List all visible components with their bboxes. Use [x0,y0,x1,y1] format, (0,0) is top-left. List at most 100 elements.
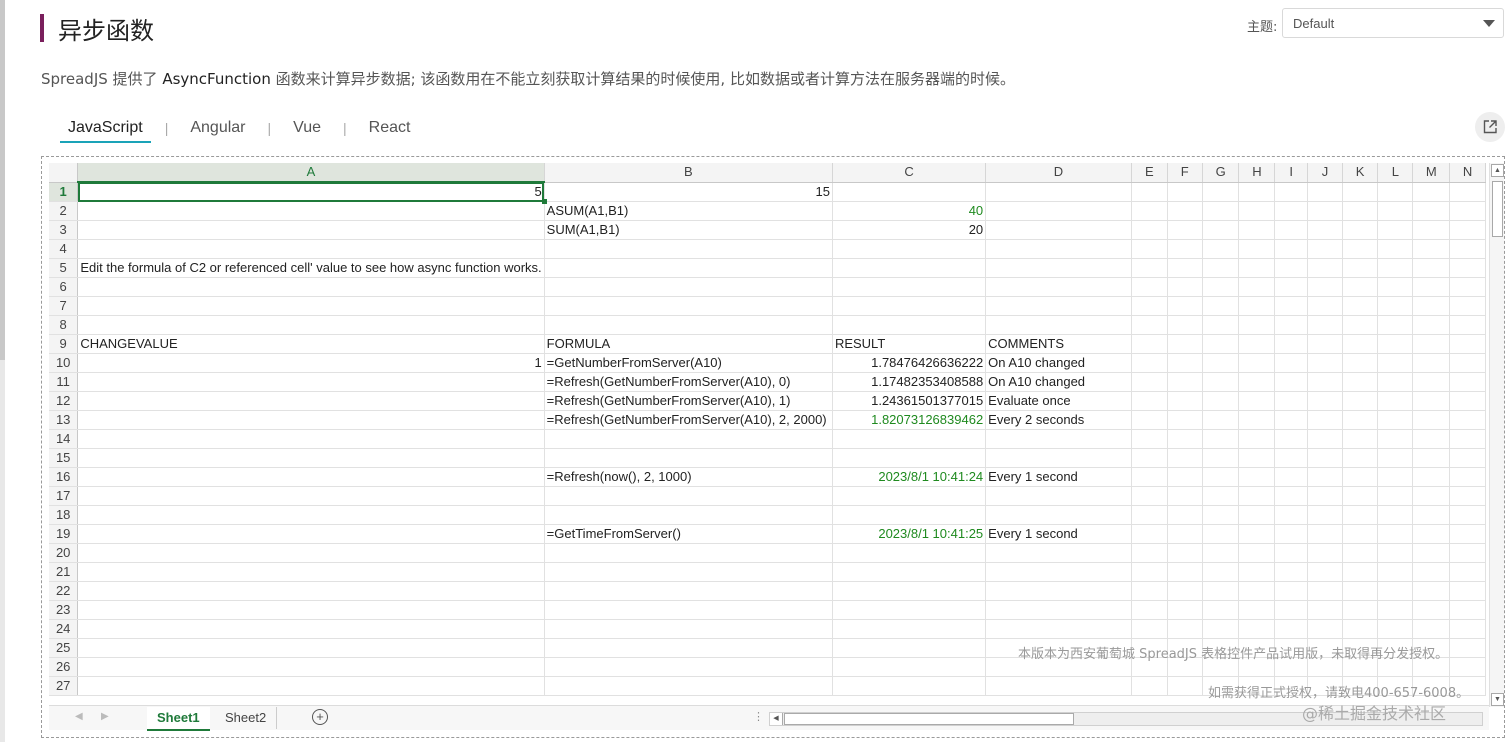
cell-f14[interactable] [1167,429,1203,449]
cell-n14[interactable] [1449,429,1486,449]
cell-n13[interactable] [1449,410,1486,430]
cell-n15[interactable] [1449,448,1486,468]
cell-d5[interactable] [985,258,1132,278]
column-header-g[interactable]: G [1202,163,1240,183]
cell-e19[interactable] [1131,524,1168,544]
cell-l2[interactable] [1377,201,1414,221]
cell-h14[interactable] [1238,429,1276,449]
next-sheet-arrow-icon[interactable]: ▶ [101,711,109,722]
cell-k9[interactable] [1342,334,1379,354]
cell-e24[interactable] [1131,619,1168,639]
cell-l24[interactable] [1377,619,1414,639]
cell-c25[interactable] [832,638,987,658]
cell-i22[interactable] [1274,581,1309,601]
sheet-tab-sheet1[interactable]: Sheet1 [147,707,210,731]
cell-c18[interactable] [832,505,987,525]
row-header[interactable]: 6 [49,277,79,297]
cell-k8[interactable] [1342,315,1379,335]
cell-b20[interactable] [544,543,833,563]
cell-h1[interactable] [1238,182,1276,202]
cell-h3[interactable] [1238,220,1276,240]
cell-d12[interactable]: Evaluate once [985,391,1132,411]
cell-f5[interactable] [1167,258,1203,278]
cell-f23[interactable] [1167,600,1203,620]
cell-f19[interactable] [1167,524,1203,544]
cell-j8[interactable] [1307,315,1343,335]
cell-m3[interactable] [1412,220,1451,240]
cell-g10[interactable] [1202,353,1240,373]
cell-l20[interactable] [1377,543,1414,563]
cell-f10[interactable] [1167,353,1203,373]
cell-i5[interactable] [1274,258,1309,278]
cell-j2[interactable] [1307,201,1343,221]
cell-e17[interactable] [1131,486,1168,506]
cell-l13[interactable] [1377,410,1414,430]
cell-i14[interactable] [1274,429,1309,449]
cell-h19[interactable] [1238,524,1276,544]
cell-i3[interactable] [1274,220,1309,240]
cell-m19[interactable] [1412,524,1451,544]
cell-g3[interactable] [1202,220,1240,240]
row-header[interactable]: 1 [49,182,79,202]
cell-a18[interactable] [77,505,545,525]
cell-m23[interactable] [1412,600,1451,620]
cell-m13[interactable] [1412,410,1451,430]
cell-d10[interactable]: On A10 changed [985,353,1132,373]
cell-l17[interactable] [1377,486,1414,506]
cell-m9[interactable] [1412,334,1451,354]
cell-g8[interactable] [1202,315,1240,335]
cell-m2[interactable] [1412,201,1451,221]
cell-b2[interactable]: ASUM(A1,B1) [544,201,833,221]
cell-n18[interactable] [1449,505,1486,525]
cell-h17[interactable] [1238,486,1276,506]
cell-m4[interactable] [1412,239,1451,259]
cell-n12[interactable] [1449,391,1486,411]
cell-d11[interactable]: On A10 changed [985,372,1132,392]
cell-f3[interactable] [1167,220,1203,240]
cell-l6[interactable] [1377,277,1414,297]
cell-k4[interactable] [1342,239,1379,259]
cell-n17[interactable] [1449,486,1486,506]
cell-a9[interactable]: CHANGEVALUE [77,334,545,354]
cell-i23[interactable] [1274,600,1309,620]
cell-j11[interactable] [1307,372,1343,392]
cell-k15[interactable] [1342,448,1379,468]
cell-grid[interactable]: ABCDEFGHIJKLMN 1 5 15 2 ASUM(A1,B1) 40 3 SUM(A1… [49,163,1486,696]
tab-vue[interactable]: Vue [285,115,329,141]
cell-a11[interactable] [77,372,545,392]
cell-h18[interactable] [1238,505,1276,525]
cell-b6[interactable] [544,277,833,297]
scroll-up-button[interactable]: ▲ [1491,164,1504,177]
cell-c6[interactable] [832,277,987,297]
cell-b13[interactable]: =Refresh(GetNumberFromServer(A10), 2, 20… [544,410,833,430]
tab-angular[interactable]: Angular [182,115,253,141]
cell-j13[interactable] [1307,410,1343,430]
cell-d14[interactable] [985,429,1132,449]
cell-k24[interactable] [1342,619,1379,639]
cell-h20[interactable] [1238,543,1276,563]
cell-a15[interactable] [77,448,545,468]
cell-b23[interactable] [544,600,833,620]
cell-a7[interactable] [77,296,545,316]
cell-b5[interactable] [544,258,833,278]
cell-k10[interactable] [1342,353,1379,373]
cell-n4[interactable] [1449,239,1486,259]
cell-i10[interactable] [1274,353,1309,373]
cell-a13[interactable] [77,410,545,430]
cell-l18[interactable] [1377,505,1414,525]
cell-l8[interactable] [1377,315,1414,335]
cell-d8[interactable] [985,315,1132,335]
column-header-i[interactable]: I [1274,163,1309,183]
cell-n21[interactable] [1449,562,1486,582]
row-header[interactable]: 8 [49,315,79,335]
cell-g5[interactable] [1202,258,1240,278]
cell-m6[interactable] [1412,277,1451,297]
cell-j10[interactable] [1307,353,1343,373]
cell-e23[interactable] [1131,600,1168,620]
cell-a22[interactable] [77,581,545,601]
cell-h23[interactable] [1238,600,1276,620]
page-scrollbar-thumb[interactable] [0,0,5,360]
column-header-a[interactable]: A [77,163,545,183]
cell-n6[interactable] [1449,277,1486,297]
cell-f4[interactable] [1167,239,1203,259]
